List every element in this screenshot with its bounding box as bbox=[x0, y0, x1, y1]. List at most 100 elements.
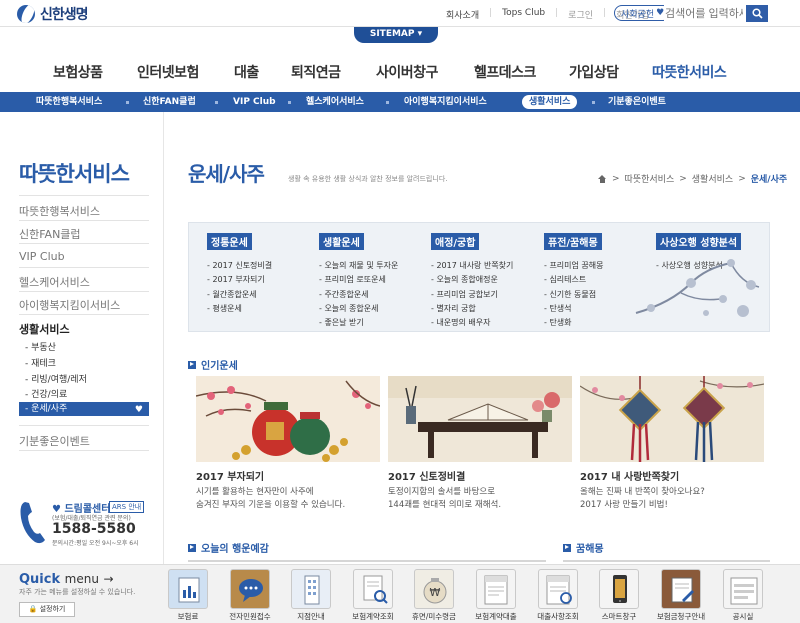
link-tops-club[interactable]: Tops Club bbox=[502, 8, 545, 21]
gnb-cyber[interactable]: 사이버창구 bbox=[376, 62, 438, 82]
category-link[interactable]: 탄생석 bbox=[544, 302, 604, 316]
loan-doc-icon bbox=[538, 569, 578, 609]
category-link[interactable]: 신기한 동물점 bbox=[544, 288, 604, 302]
category-link[interactable]: 오늘의 재물 및 투자운 bbox=[319, 259, 398, 273]
category-head[interactable]: 생활운세 bbox=[319, 233, 364, 250]
gnb-loan[interactable]: 대출 bbox=[234, 62, 259, 82]
quick-branch[interactable]: 지점안내 bbox=[282, 569, 340, 622]
category-head[interactable]: 정통운세 bbox=[207, 233, 252, 250]
gnb-insurance[interactable]: 보험상품 bbox=[53, 62, 103, 82]
card-tojeong[interactable]: 2017 신토정비결 토정이지함의 솔서를 바탕으로 144괘를 현대적 의미로 … bbox=[388, 376, 572, 512]
category-link[interactable]: 월간종합운세 bbox=[207, 288, 272, 302]
quick-setting-button[interactable]: 🔒 설정하기 bbox=[19, 602, 75, 617]
search-input[interactable] bbox=[664, 5, 744, 22]
gnb-helpdesk[interactable]: 헬프데스크 bbox=[474, 62, 536, 82]
lnb-item-kids[interactable]: 아이행복지킴이서비스 bbox=[19, 297, 120, 313]
breadcrumb-item[interactable]: 따뜻한서비스 bbox=[625, 172, 675, 185]
subnav-vip[interactable]: VIP Club bbox=[233, 92, 276, 112]
quick-claim[interactable]: 보험금청구안내 bbox=[652, 569, 710, 622]
quick-dormant[interactable]: ₩ 휴면/미수령금 bbox=[405, 569, 463, 622]
arrow-right-icon: → bbox=[103, 572, 114, 586]
subnav-kids[interactable]: 아이행복지킴이서비스 bbox=[404, 92, 487, 112]
card-love[interactable]: 2017 내 사랑반쪽찾기 올해는 진짜 내 반쪽이 찾아오나요? 2017 사랑… bbox=[580, 376, 764, 512]
gnb-consult[interactable]: 가입상담 bbox=[569, 62, 619, 82]
arrow-icon bbox=[188, 543, 196, 552]
category-link[interactable]: 2017 신토정비결 bbox=[207, 259, 272, 273]
divider bbox=[19, 243, 149, 244]
quick-label: 보험료 bbox=[177, 612, 199, 621]
quick-label: 휴면/미수령금 bbox=[412, 612, 456, 621]
category-link[interactable]: 평생운세 bbox=[207, 302, 272, 316]
logo[interactable]: 신한생명 bbox=[17, 4, 89, 24]
subnav-health[interactable]: 헬스케어서비스 bbox=[306, 92, 364, 112]
category-head[interactable]: 애정/궁합 bbox=[431, 233, 480, 250]
lnb-sub-fortune[interactable]: 운세/사주 ♥ bbox=[19, 402, 149, 416]
quick-contract-loan[interactable]: 보험계약대출 bbox=[467, 569, 525, 622]
lnb-sub-living[interactable]: 리빙/여행/레저 bbox=[25, 372, 87, 385]
divider bbox=[19, 195, 149, 196]
link-company[interactable]: 회사소개 bbox=[446, 8, 479, 21]
lnb-item-vip[interactable]: VIP Club bbox=[19, 250, 65, 263]
ars-guide-button[interactable]: ARS 안내 bbox=[109, 501, 145, 513]
card-desc-line: 토정이지함의 솔서를 바탕으로 bbox=[388, 487, 496, 497]
subnav-event[interactable]: 기분좋은이벤트 bbox=[608, 92, 666, 112]
subnav-fan[interactable]: 신한FAN클럽 bbox=[143, 92, 196, 112]
separator: > bbox=[679, 173, 687, 184]
quick-smart[interactable]: 스마트창구 bbox=[590, 569, 648, 622]
subnav-life[interactable]: 생활서비스 bbox=[522, 95, 578, 109]
category-head[interactable]: 퓨전/꿈해몽 bbox=[544, 233, 602, 250]
category-link[interactable]: 주간종합운세 bbox=[319, 288, 398, 302]
home-icon[interactable] bbox=[598, 174, 607, 183]
quick-label: 보험금청구안내 bbox=[656, 612, 706, 621]
category-link[interactable]: 별자리 궁합 bbox=[431, 302, 513, 316]
category-link[interactable]: 2017 내사랑 반쪽찾기 bbox=[431, 259, 513, 273]
quick-loan-inquiry[interactable]: 대출사항조회 bbox=[529, 569, 587, 622]
quick-contract[interactable]: 보험계약조회 bbox=[344, 569, 402, 622]
category-box: 정통운세 2017 신토정비결 2017 부자되기 월간종합운세 평생운세 생활… bbox=[188, 222, 770, 332]
category-link[interactable]: 2017 부자되기 bbox=[207, 273, 272, 287]
divider bbox=[19, 450, 149, 451]
category-link[interactable]: 탄생화 bbox=[544, 316, 604, 330]
arrow-icon bbox=[188, 360, 196, 369]
card-desc-line: 숨겨진 부자의 기운을 이용할 수 있습니다. bbox=[196, 500, 346, 510]
section-popular-header: 인기운세 bbox=[188, 357, 238, 372]
category-link[interactable]: 내운명의 배우자 bbox=[431, 316, 513, 330]
lnb-sub-finance[interactable]: 재테크 bbox=[25, 356, 56, 369]
category-link[interactable]: 오늘의 종합애정운 bbox=[431, 273, 513, 287]
quick-setting-label: 설정하기 bbox=[39, 605, 66, 613]
breadcrumb-item[interactable]: 생활서비스 bbox=[692, 172, 733, 185]
lnb-item-fan[interactable]: 신한FAN클럽 bbox=[19, 226, 81, 242]
category-head[interactable]: 사상오행 성향분석 bbox=[656, 233, 742, 250]
lnb-sub-realestate[interactable]: 부동산 bbox=[25, 340, 56, 353]
quick-premium[interactable]: 보험료 bbox=[159, 569, 217, 622]
section-popular-label: 인기운세 bbox=[201, 361, 238, 372]
lnb-item-life[interactable]: 생활서비스 bbox=[19, 321, 70, 337]
call-center-hours: 문의시간:평일 오전 9시~오후 6시 bbox=[52, 540, 139, 547]
subnav-happy[interactable]: 따뜻한행복서비스 bbox=[36, 92, 102, 112]
category-col: 정통운세 2017 신토정비결 2017 부자되기 월간종합운세 평생운세 bbox=[207, 233, 272, 316]
lnb-item-health[interactable]: 헬스케어서비스 bbox=[19, 274, 90, 290]
category-link[interactable]: 좋은날 받기 bbox=[319, 316, 398, 330]
quick-disclosure[interactable]: 공시실 bbox=[714, 569, 772, 622]
card-rich[interactable]: 2017 부자되기 시기를 활용하는 현자만이 사주에 숨겨진 부자의 기운을 이… bbox=[196, 376, 380, 512]
sitemap-button[interactable]: SITEMAP ▾ bbox=[354, 27, 438, 43]
divider bbox=[19, 314, 149, 315]
separator bbox=[215, 101, 218, 104]
lnb-item-event[interactable]: 기분좋은이벤트 bbox=[19, 433, 90, 449]
heart-icon: ♥ bbox=[134, 405, 143, 415]
lnb-sub-medical[interactable]: 건강/의료 bbox=[25, 387, 67, 400]
category-link[interactable]: 프리미엄 로또운세 bbox=[319, 273, 398, 287]
gnb-pension[interactable]: 퇴직연금 bbox=[291, 62, 341, 82]
gnb-warm-service[interactable]: 따뜻한서비스 bbox=[652, 62, 727, 82]
category-link[interactable]: 프리미엄 꿈해몽 bbox=[544, 259, 603, 273]
quick-complaint[interactable]: 전자민원접수 bbox=[221, 569, 279, 622]
lnb-item-happy[interactable]: 따뜻한행복서비스 bbox=[19, 203, 100, 219]
social-contribution-button[interactable]: 사회공헌 ♥ bbox=[614, 5, 672, 21]
category-link[interactable]: 오늘의 종합운세 bbox=[319, 302, 398, 316]
search-button[interactable] bbox=[746, 5, 768, 22]
link-login[interactable]: 로그인 bbox=[568, 8, 593, 21]
category-link[interactable]: 프리미엄 궁합보기 bbox=[431, 288, 513, 302]
gnb-internet-insurance[interactable]: 인터넷보험 bbox=[137, 62, 199, 82]
public-doc-icon bbox=[723, 569, 763, 609]
category-link[interactable]: 심리테스트 bbox=[544, 273, 604, 287]
